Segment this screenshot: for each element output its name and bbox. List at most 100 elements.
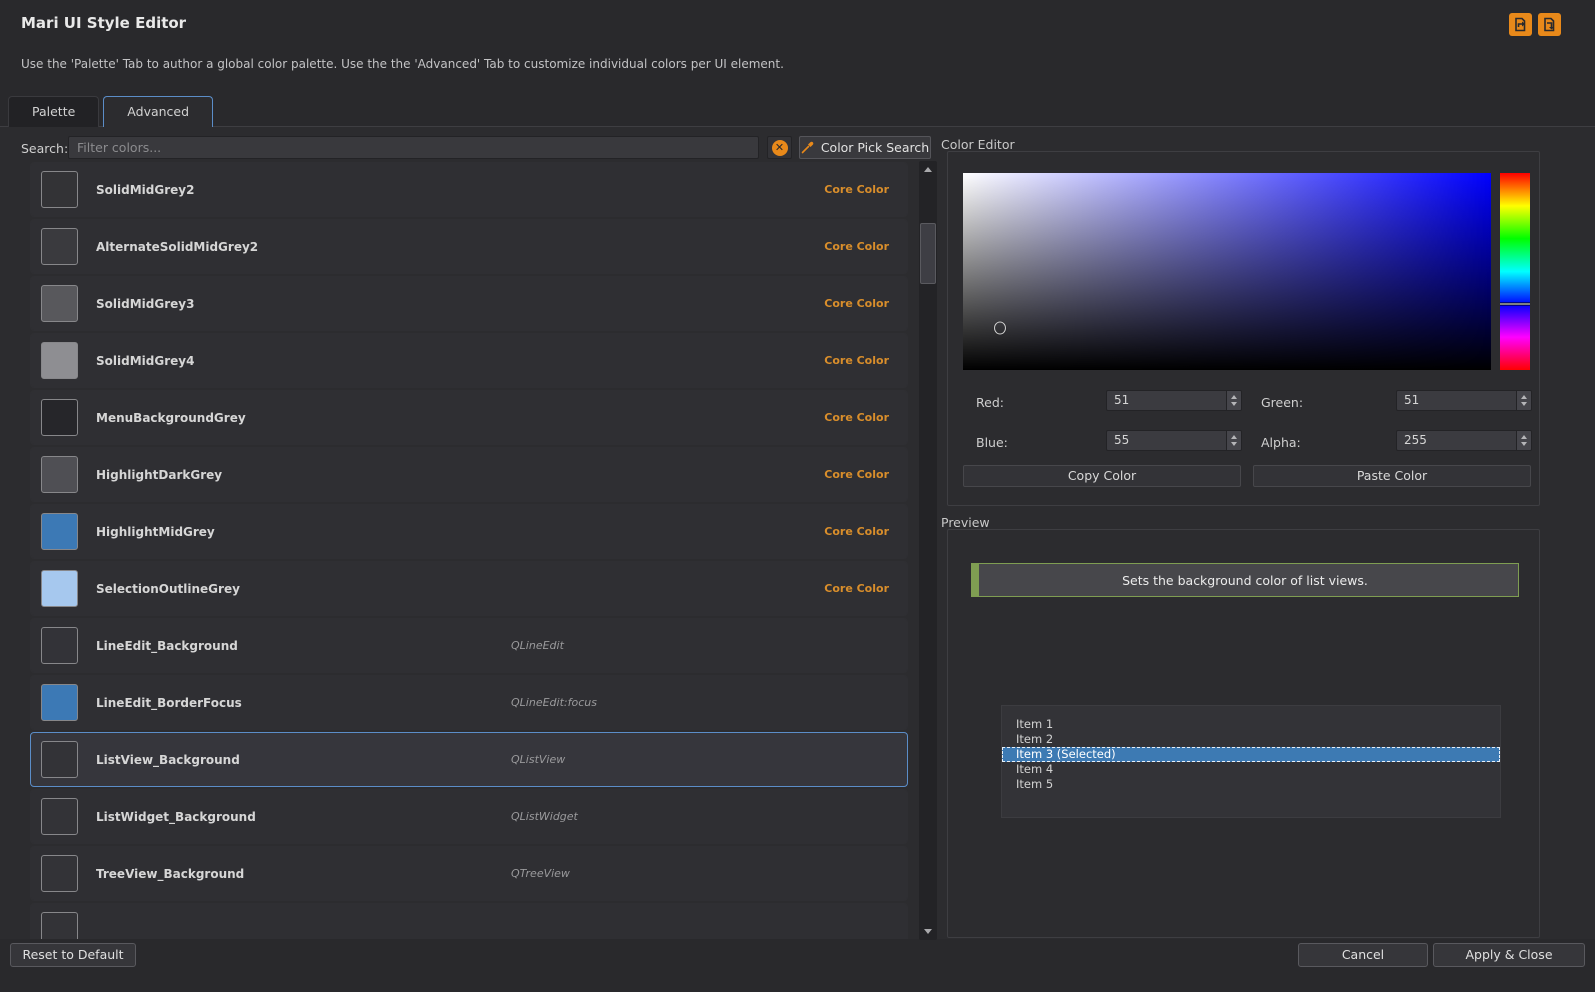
color-row[interactable]: SolidMidGrey4 Core Color [30, 333, 908, 388]
color-name: ListView_Background [96, 753, 240, 767]
alpha-field[interactable]: 255 [1396, 430, 1532, 451]
preview-list-item[interactable]: Item 1 [1002, 717, 1500, 732]
color-swatch [41, 399, 78, 436]
color-pick-search-label: Color Pick Search [821, 140, 929, 155]
color-swatch [41, 627, 78, 664]
blue-field[interactable]: 55 [1106, 430, 1242, 451]
color-row[interactable]: ListWidget_Background QListWidget [30, 789, 908, 844]
preview-list-item[interactable]: Item 5 [1002, 777, 1500, 792]
color-row[interactable]: AlternateSolidMidGrey2 Core Color [30, 219, 908, 274]
tooltip-accent-bar [972, 564, 979, 596]
color-swatch [41, 798, 78, 835]
color-row[interactable]: SolidMidGrey3 Core Color [30, 276, 908, 331]
preview-list-item[interactable]: Item 3 (Selected) [1002, 747, 1500, 762]
color-category: QTreeView [511, 867, 570, 880]
color-row[interactable]: HighlightMidGrey Core Color [30, 504, 908, 559]
color-name: HighlightDarkGrey [96, 468, 222, 482]
color-name: AlternateSolidMidGrey2 [96, 240, 258, 254]
search-input[interactable] [68, 136, 759, 159]
red-field[interactable]: 51 [1106, 390, 1242, 411]
color-swatch [41, 228, 78, 265]
preview-title: Preview [941, 515, 990, 530]
alpha-spinner[interactable] [1516, 431, 1531, 450]
cancel-button[interactable]: Cancel [1298, 943, 1428, 967]
file-export-icon[interactable] [1509, 13, 1532, 36]
color-swatch [41, 684, 78, 721]
color-name: LineEdit_BorderFocus [96, 696, 242, 710]
color-name: SolidMidGrey2 [96, 183, 194, 197]
color-row[interactable] [30, 903, 908, 939]
color-swatch [41, 171, 78, 208]
preview-list-item[interactable]: Item 2 [1002, 732, 1500, 747]
color-name: ListWidget_Background [96, 810, 256, 824]
tab-advanced[interactable]: Advanced [103, 96, 213, 127]
page-title: Mari UI Style Editor [21, 14, 186, 32]
search-label: Search: [21, 141, 68, 156]
color-row[interactable]: LineEdit_Background QLineEdit [30, 618, 908, 673]
color-pick-search-button[interactable]: Color Pick Search [799, 136, 931, 159]
color-category: QLineEdit:focus [511, 696, 597, 709]
scroll-down-arrow-icon[interactable] [919, 924, 937, 939]
green-spinner[interactable] [1516, 391, 1531, 410]
color-cursor[interactable] [994, 321, 1006, 334]
hue-marker[interactable] [1500, 303, 1530, 306]
color-category: Core Color [824, 354, 889, 367]
red-spinner[interactable] [1226, 391, 1241, 410]
preview-list[interactable]: Item 1Item 2Item 3 (Selected)Item 4Item … [1001, 705, 1501, 818]
color-category: QListWidget [511, 810, 578, 823]
color-category: Core Color [824, 297, 889, 310]
color-swatch [41, 741, 78, 778]
file-import-icon[interactable] [1538, 13, 1561, 36]
preview-list-item[interactable]: Item 4 [1002, 762, 1500, 777]
color-row[interactable]: LineEdit_BorderFocus QLineEdit:focus [30, 675, 908, 730]
page-subtitle: Use the 'Palette' Tab to author a global… [21, 57, 784, 71]
color-list-scrollbar[interactable] [919, 161, 937, 940]
paste-color-button[interactable]: Paste Color [1253, 465, 1531, 487]
red-value[interactable]: 51 [1107, 391, 1226, 410]
hue-slider[interactable] [1500, 173, 1530, 370]
copy-color-button[interactable]: Copy Color [963, 465, 1241, 487]
color-name: LineEdit_Background [96, 639, 238, 653]
color-name: TreeView_Background [96, 867, 244, 881]
color-row[interactable]: HighlightDarkGrey Core Color [30, 447, 908, 502]
apply-and-close-button[interactable]: Apply & Close [1433, 943, 1585, 967]
color-category: Core Color [824, 468, 889, 481]
color-swatch [41, 912, 78, 939]
preview-group: Sets the background color of list views.… [947, 529, 1540, 938]
color-editor-group: Red: 51 Green: 51 Blue: 55 Alpha: 255 Co… [947, 151, 1540, 506]
saturation-value-picker[interactable] [963, 173, 1491, 370]
color-list: SolidMidGrey2 Core Color AlternateSolidM… [30, 162, 908, 939]
color-swatch [41, 513, 78, 550]
color-name: MenuBackgroundGrey [96, 411, 246, 425]
blue-spinner[interactable] [1226, 431, 1241, 450]
color-row[interactable]: ListView_Background QListView [30, 732, 908, 787]
tab-palette[interactable]: Palette [8, 96, 99, 127]
green-value[interactable]: 51 [1397, 391, 1516, 410]
reset-to-default-button[interactable]: Reset to Default [10, 943, 136, 967]
eyedropper-icon [801, 141, 814, 154]
blue-value[interactable]: 55 [1107, 431, 1226, 450]
color-swatch [41, 570, 78, 607]
color-row[interactable]: SelectionOutlineGrey Core Color [30, 561, 908, 616]
color-name: SelectionOutlineGrey [96, 582, 240, 596]
color-category: Core Color [824, 525, 889, 538]
color-category: Core Color [824, 411, 889, 424]
color-category: Core Color [824, 183, 889, 196]
color-row[interactable]: MenuBackgroundGrey Core Color [30, 390, 908, 445]
clear-search-button[interactable]: ✕ [767, 136, 792, 159]
color-swatch [41, 855, 78, 892]
color-swatch [41, 342, 78, 379]
alpha-value[interactable]: 255 [1397, 431, 1516, 450]
color-swatch [41, 456, 78, 493]
green-label: Green: [1261, 395, 1303, 410]
color-row[interactable]: TreeView_Background QTreeView [30, 846, 908, 901]
color-category: QListView [511, 753, 565, 766]
preview-tooltip-text: Sets the background color of list views. [1122, 573, 1368, 588]
preview-tooltip: Sets the background color of list views. [971, 563, 1519, 597]
blue-label: Blue: [976, 435, 1008, 450]
green-field[interactable]: 51 [1396, 390, 1532, 411]
color-category: QLineEdit [511, 639, 564, 652]
color-row[interactable]: SolidMidGrey2 Core Color [30, 162, 908, 217]
scroll-up-arrow-icon[interactable] [919, 162, 937, 177]
scrollbar-thumb[interactable] [920, 223, 936, 284]
